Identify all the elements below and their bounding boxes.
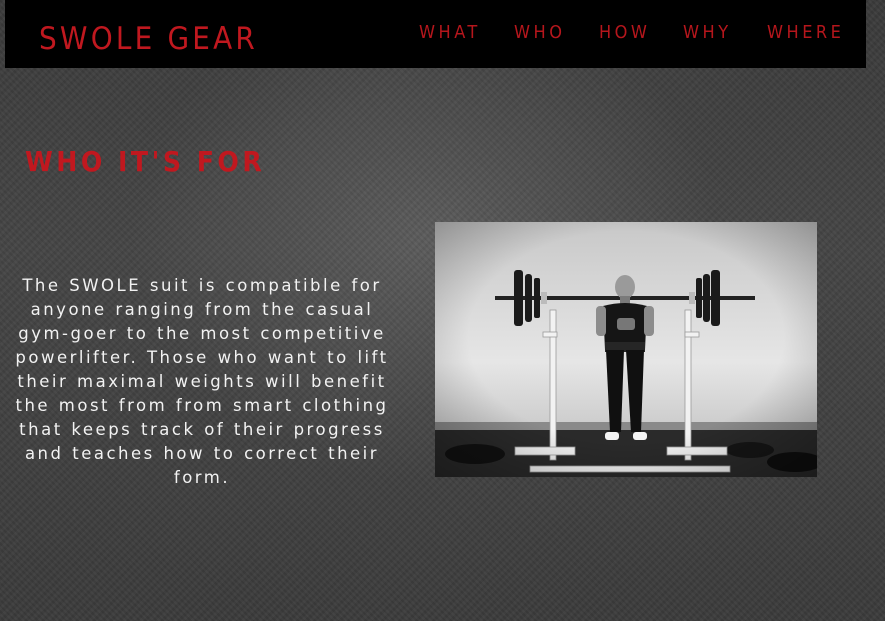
nav-link-who[interactable]: WHO: [514, 20, 565, 46]
nav-link-what[interactable]: WHAT: [419, 20, 481, 46]
top-nav-bar: SWOLE GEAR WHAT WHO HOW WHY WHERE: [5, 0, 866, 68]
powerlifter-photo: [435, 222, 817, 477]
nav-links: WHAT WHO HOW WHY WHERE: [5, 20, 866, 46]
nav-link-why[interactable]: WHY: [683, 20, 732, 46]
section-description: The SWOLE suit is compatible for anyone …: [15, 276, 389, 487]
section-title: WHO IT'S FOR: [25, 145, 266, 178]
nav-link-how[interactable]: HOW: [599, 20, 650, 46]
nav-link-where[interactable]: WHERE: [767, 20, 844, 46]
